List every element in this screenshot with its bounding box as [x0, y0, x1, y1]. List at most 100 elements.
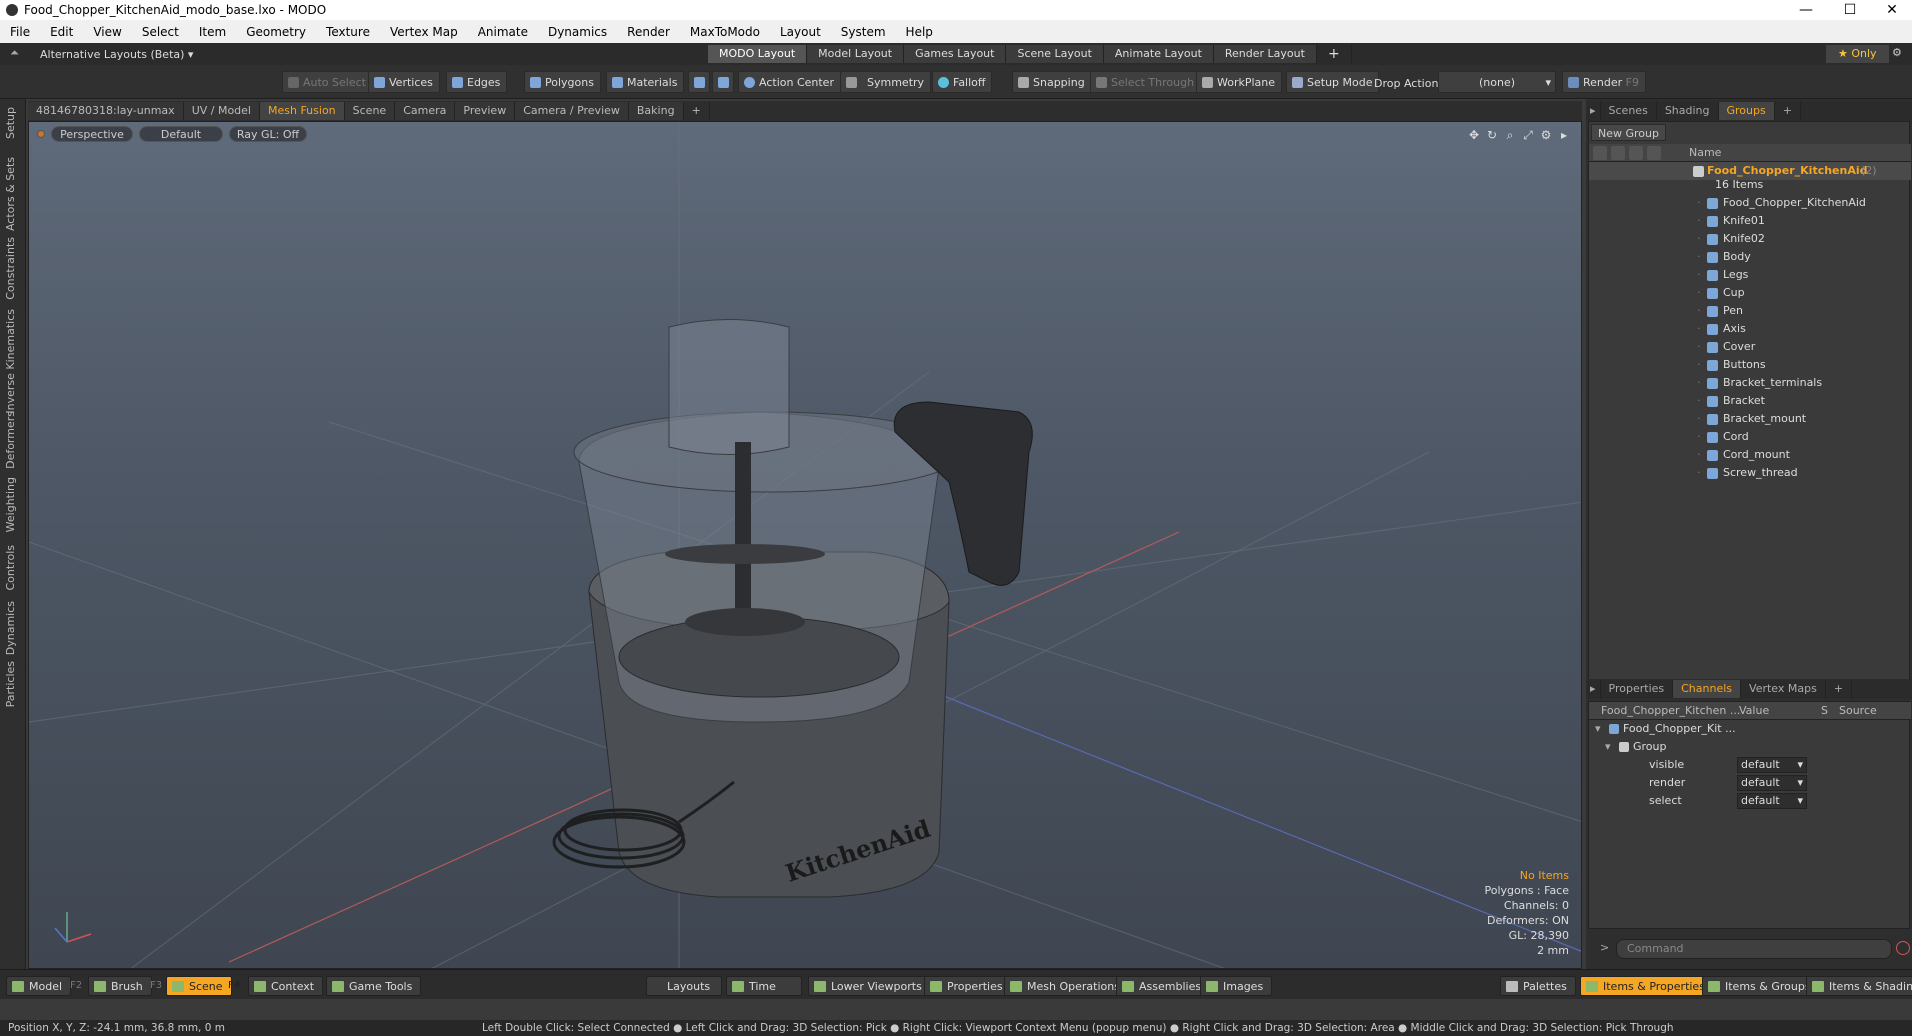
add-tab-icon[interactable]: +: [684, 102, 710, 120]
menu-edit[interactable]: Edit: [40, 25, 83, 39]
side-tab-dynamics[interactable]: Dynamics: [4, 601, 17, 655]
side-tab-particles[interactable]: Particles: [4, 661, 17, 707]
menu-layout[interactable]: Layout: [770, 25, 831, 39]
menu-animate[interactable]: Animate: [468, 25, 538, 39]
side-tab-actors-sets[interactable]: Actors & Sets: [4, 157, 17, 231]
tab-shading[interactable]: Shading: [1657, 102, 1719, 120]
select-value-select[interactable]: default ▾: [1737, 793, 1807, 809]
tab-channels[interactable]: Channels: [1673, 680, 1742, 698]
auto-select-button[interactable]: Auto Select: [282, 71, 373, 93]
setup-mode-button[interactable]: Setup Mode: [1286, 71, 1380, 93]
drop-action-select[interactable]: (none) ▾: [1438, 71, 1556, 93]
layout-expand-icon[interactable]: ⏶: [10, 46, 19, 60]
items-shading-button[interactable]: Items & Shading: [1806, 976, 1912, 996]
tab-camera[interactable]: Camera: [395, 102, 456, 120]
side-tab-setup[interactable]: Setup: [4, 107, 17, 139]
menu-vertex-map[interactable]: Vertex Map: [380, 25, 468, 39]
tab-preview[interactable]: Preview: [455, 102, 516, 120]
tab-animate-layout[interactable]: Animate Layout: [1103, 45, 1214, 63]
context-button[interactable]: Context: [248, 976, 324, 996]
group-collapse-icon[interactable]: ▾: [1605, 738, 1611, 756]
group-item-row[interactable]: · Pen: [1589, 302, 1911, 320]
group-item-row[interactable]: · Axis: [1589, 320, 1911, 338]
minimize-button[interactable]: —: [1786, 0, 1826, 20]
new-group-button[interactable]: New Group: [1591, 124, 1666, 141]
mesh-operations-button[interactable]: Mesh Operations: [1004, 976, 1129, 996]
palettes-button[interactable]: Palettes: [1500, 976, 1576, 996]
channel-group-row[interactable]: ▾ Group: [1589, 738, 1911, 756]
tab-render-layout[interactable]: Render Layout: [1213, 45, 1317, 63]
workplane-button[interactable]: WorkPlane: [1196, 71, 1283, 93]
menu-view[interactable]: View: [83, 25, 131, 39]
layouts-button[interactable]: Layouts: [646, 976, 722, 996]
lock-column-icon[interactable]: [1629, 146, 1643, 160]
add-layout-button[interactable]: +: [1317, 45, 1352, 63]
group-item-row[interactable]: · Bracket_mount: [1589, 410, 1911, 428]
vertices-button[interactable]: Vertices: [368, 71, 440, 93]
shield-lock-button[interactable]: [712, 71, 734, 93]
menu-help[interactable]: Help: [896, 25, 943, 39]
group-item-row[interactable]: · Legs: [1589, 266, 1911, 284]
scene-button[interactable]: Scene: [166, 976, 232, 996]
tab-properties[interactable]: Properties: [1601, 680, 1674, 698]
gear-icon[interactable]: ⚙: [1892, 46, 1902, 59]
lower-viewports-button[interactable]: Lower Viewports: [808, 976, 931, 996]
group-item-row[interactable]: · Food_Chopper_KitchenAid: [1589, 194, 1911, 212]
properties-menu-icon[interactable]: ▸: [1586, 680, 1601, 698]
group-item-row[interactable]: · Cord: [1589, 428, 1911, 446]
select-column-icon[interactable]: [1647, 146, 1661, 160]
menu-dynamics[interactable]: Dynamics: [538, 25, 617, 39]
side-tab-constraints[interactable]: Constraints: [4, 237, 17, 300]
assemblies-button[interactable]: Assemblies: [1116, 976, 1211, 996]
tab-camera-preview[interactable]: Camera / Preview: [515, 102, 629, 120]
side-tab-deformers[interactable]: Deformers: [4, 411, 17, 469]
tab-scenes[interactable]: Scenes: [1601, 102, 1657, 120]
side-tab-weighting[interactable]: Weighting: [4, 477, 17, 532]
collapse-icon[interactable]: ▾: [1595, 720, 1601, 738]
items-properties-button[interactable]: Items & Properties: [1580, 976, 1714, 996]
maximize-button[interactable]: ☐: [1830, 0, 1870, 20]
falloff-button[interactable]: Falloff: [932, 71, 993, 93]
select-through-button[interactable]: Select Through: [1090, 71, 1202, 93]
group-item-row[interactable]: · Screw_thread: [1589, 464, 1911, 482]
group-item-row[interactable]: · Bracket_terminals: [1589, 374, 1911, 392]
group-item-row[interactable]: · Buttons: [1589, 356, 1911, 374]
polygons-button[interactable]: Polygons: [524, 71, 601, 93]
model-button[interactable]: Model: [6, 976, 72, 996]
panel-menu-icon[interactable]: ▸: [1586, 102, 1601, 120]
menu-item[interactable]: Item: [189, 25, 236, 39]
snapping-button[interactable]: Snapping: [1012, 71, 1092, 93]
tab-model-layout[interactable]: Model Layout: [807, 45, 905, 63]
menu-system[interactable]: System: [831, 25, 896, 39]
command-input[interactable]: Command: [1616, 939, 1892, 959]
tab-scene-layout[interactable]: Scene Layout: [1006, 45, 1104, 63]
menu-render[interactable]: Render: [617, 25, 680, 39]
channel-root-row[interactable]: ▾ Food_Chopper_Kit ...: [1589, 720, 1911, 738]
tab-uv-model[interactable]: UV / Model: [183, 102, 260, 120]
visible-value-select[interactable]: default ▾: [1737, 757, 1807, 773]
symmetry-button[interactable]: Symmetry: [840, 71, 932, 93]
items-groups-button[interactable]: Items & Groups: [1702, 976, 1820, 996]
render-value-select[interactable]: default ▾: [1737, 775, 1807, 791]
menu-select[interactable]: Select: [132, 25, 189, 39]
render-column-icon[interactable]: [1611, 146, 1625, 160]
tab-games-layout[interactable]: Games Layout: [904, 45, 1007, 63]
group-item-row[interactable]: · Knife01: [1589, 212, 1911, 230]
action-center-button[interactable]: Action Center: [738, 71, 841, 93]
menu-texture[interactable]: Texture: [316, 25, 380, 39]
side-tab-inverse-kinematics[interactable]: Inverse Kinematics: [4, 309, 17, 414]
record-icon[interactable]: [1896, 941, 1910, 955]
tab-scene[interactable]: Scene: [344, 102, 396, 120]
time-button[interactable]: Time: [726, 976, 802, 996]
tab-mesh-fusion[interactable]: Mesh Fusion: [260, 102, 345, 120]
render-button[interactable]: Render F9: [1562, 71, 1646, 93]
edges-button[interactable]: Edges: [446, 71, 508, 93]
group-item-row[interactable]: · Knife02: [1589, 230, 1911, 248]
tab-groups[interactable]: Groups: [1718, 102, 1775, 120]
group-item-row[interactable]: · Body: [1589, 248, 1911, 266]
properties-button[interactable]: Properties: [924, 976, 1012, 996]
menu-geometry[interactable]: Geometry: [236, 25, 316, 39]
group-item-row[interactable]: · Bracket: [1589, 392, 1911, 410]
group-item-row[interactable]: · Cover: [1589, 338, 1911, 356]
visibility-column-icon[interactable]: [1593, 146, 1607, 160]
